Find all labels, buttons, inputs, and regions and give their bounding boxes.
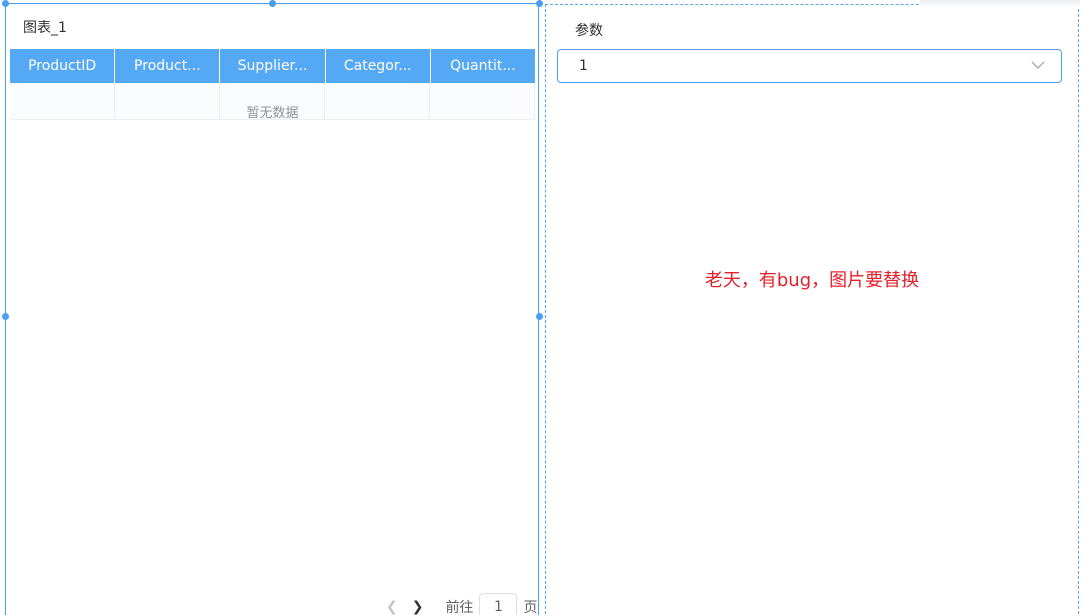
table-header: ProductID Product... Supplier... Categor… [10, 49, 535, 83]
goto-label: 前往 [445, 600, 474, 615]
param-select[interactable]: 1 [557, 49, 1062, 83]
data-table: ProductID Product... Supplier... Categor… [10, 49, 535, 121]
resize-handle-top-center[interactable] [269, 0, 276, 7]
toolbar-shadow [920, 0, 1080, 8]
resize-handle-top-left[interactable] [2, 0, 9, 7]
column-header-product[interactable]: Product... [115, 49, 221, 83]
resize-handle-middle-right[interactable] [536, 313, 543, 320]
param-selected-value: 1 [579, 58, 588, 74]
chevron-down-icon [1031, 61, 1045, 69]
table-row: 暂无数据 [10, 83, 535, 121]
dashboard-canvas: 图表_1 ProductID Product... Supplier... Ca… [0, 0, 1082, 615]
column-header-supplier[interactable]: Supplier... [220, 49, 326, 83]
column-header-category[interactable]: Categor... [326, 49, 431, 83]
param-widget[interactable] [545, 4, 1079, 615]
bug-note: 老天，有bug，图片要替换 [704, 270, 920, 291]
param-label: 参数 [575, 23, 603, 39]
chevron-right-icon[interactable]: ❯ [412, 599, 424, 615]
widget-title: 图表_1 [23, 20, 67, 36]
column-header-productid[interactable]: ProductID [10, 49, 116, 83]
column-header-quantity[interactable]: Quantit... [431, 49, 535, 83]
page-unit-label: 页 [523, 600, 538, 615]
resize-handle-top-right[interactable] [536, 0, 543, 7]
empty-placeholder: 暂无数据 [246, 106, 299, 121]
resize-handle-middle-left[interactable] [2, 313, 9, 320]
pagination: ❮ ❯ 前往 1 页 [386, 593, 537, 615]
chevron-left-icon[interactable]: ❮ [386, 599, 398, 615]
page-jump-input[interactable]: 1 [479, 593, 518, 615]
table-widget[interactable]: 图表_1 ProductID Product... Supplier... Ca… [2, 0, 543, 615]
